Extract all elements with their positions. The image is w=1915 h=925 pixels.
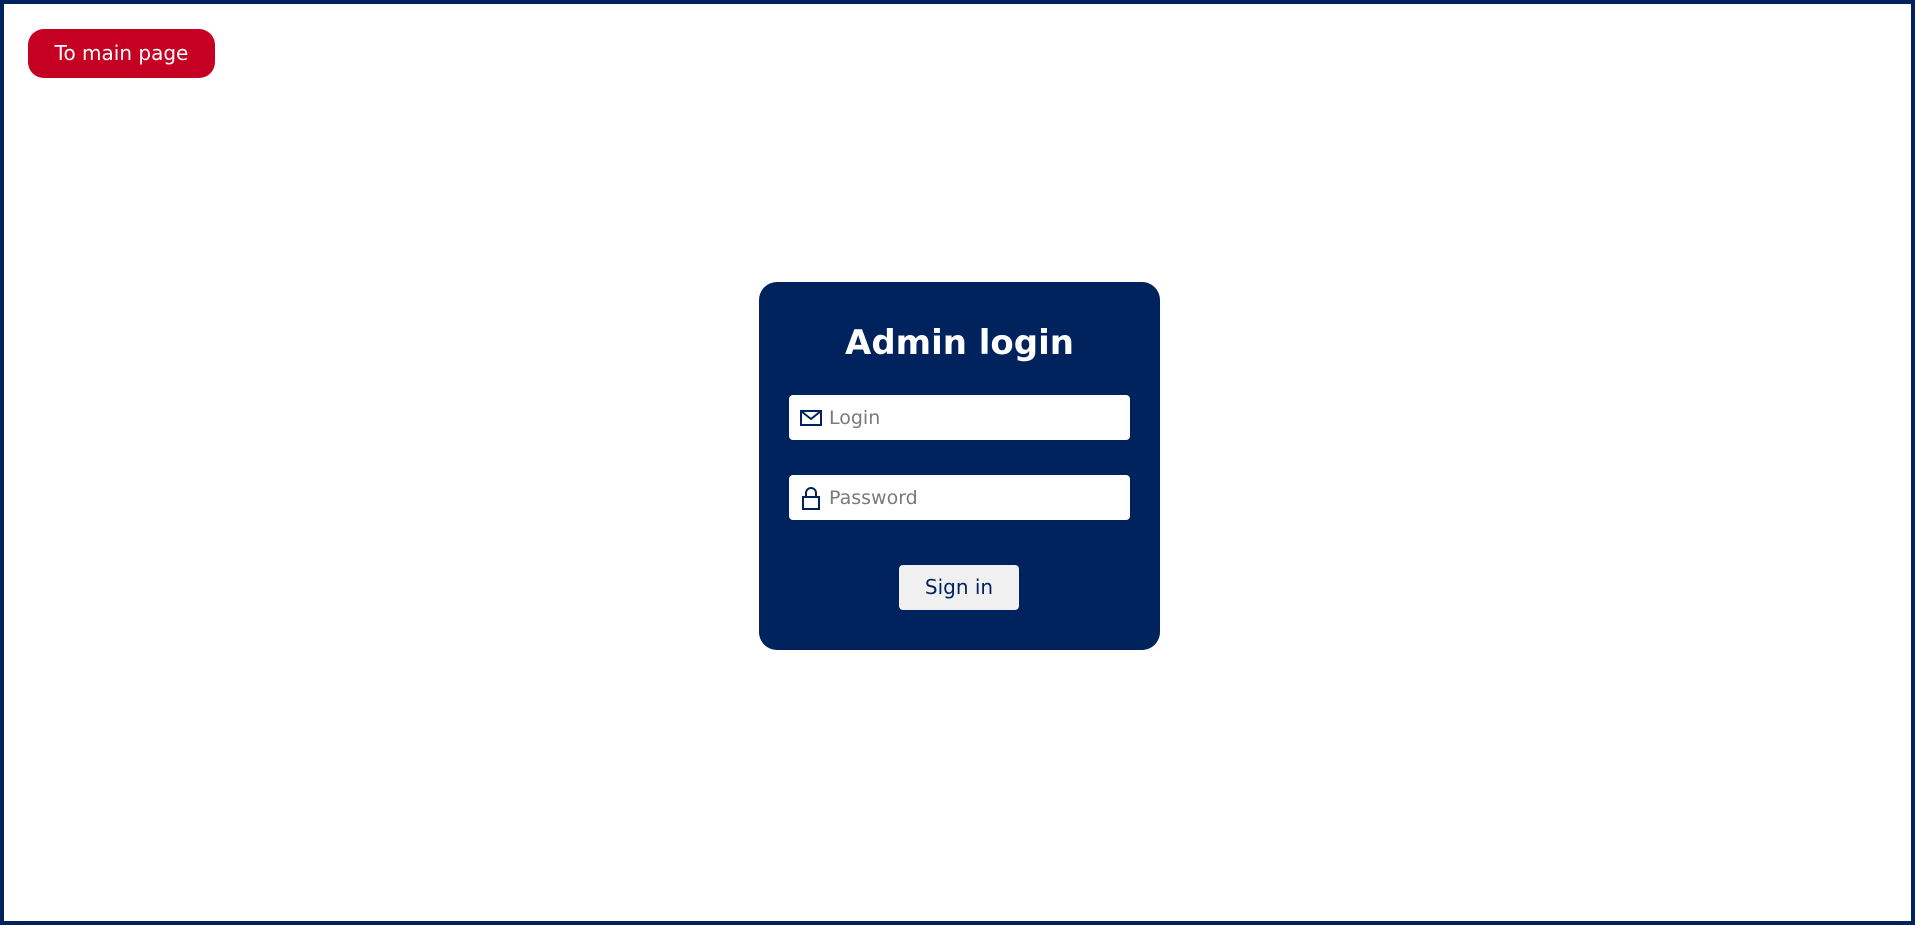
- login-field: [789, 395, 1130, 440]
- login-card: Admin login Sign in: [759, 282, 1160, 650]
- lock-icon: [799, 486, 823, 510]
- page-frame: To main page Admin login Sign in: [0, 0, 1915, 925]
- password-input[interactable]: [829, 475, 1121, 520]
- login-title: Admin login: [845, 323, 1074, 363]
- login-input[interactable]: [829, 395, 1121, 440]
- to-main-page-button[interactable]: To main page: [28, 29, 215, 78]
- envelope-icon: [799, 406, 823, 430]
- password-field: [789, 475, 1130, 520]
- sign-in-button[interactable]: Sign in: [899, 565, 1019, 610]
